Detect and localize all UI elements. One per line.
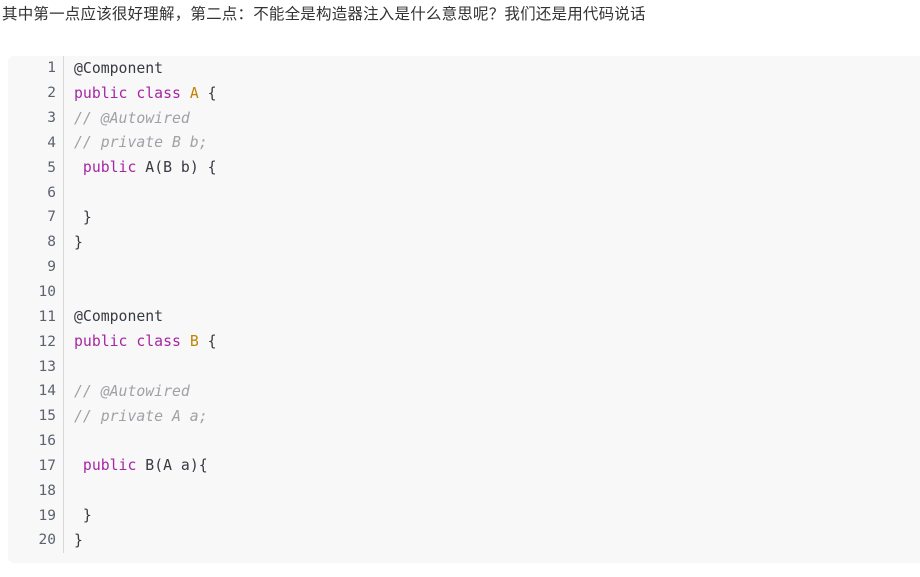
code-line-content[interactable]: @Component [64, 304, 920, 329]
code-line: 20} [8, 528, 920, 553]
code-line-content[interactable]: } [64, 528, 920, 553]
line-number: 9 [8, 254, 64, 280]
code-token-comment: // @Autowired [74, 109, 190, 127]
line-number: 3 [8, 105, 64, 131]
code-token-kw: public [82, 457, 137, 475]
code-line: 9 [8, 254, 920, 280]
line-number: 8 [8, 229, 64, 255]
code-token-plain: A(B b) { [136, 159, 217, 177]
code-lines-table: 1 @Component 2 public class A {3// @Autowir… [8, 56, 920, 553]
line-number: 7 [8, 205, 64, 230]
code-token-comment: // @Autowired [74, 382, 190, 400]
code-line-content[interactable] [64, 280, 920, 305]
code-line: 5 public A(B b) { [8, 155, 920, 181]
code-token-comment: // private A a; [74, 407, 208, 425]
code-line-content[interactable]: public A(B b) { [64, 155, 920, 180]
code-line: 11 @Component [8, 304, 920, 330]
line-number: 15 [8, 403, 64, 429]
code-line-content[interactable]: // private B b; [64, 131, 920, 156]
line-number: 4 [8, 130, 64, 156]
code-token-plain: } [74, 233, 83, 251]
code-line-content[interactable] [64, 478, 920, 503]
code-token-comment: // private B b; [74, 134, 208, 152]
line-number: 2 [8, 80, 64, 106]
code-line-content[interactable]: public class A { [64, 81, 920, 106]
code-line: 12 public class B { [8, 329, 920, 355]
code-token-kw: public [82, 159, 137, 177]
code-token-plain: } [74, 531, 83, 549]
code-line-content[interactable] [64, 354, 920, 379]
code-token-type: B [189, 333, 199, 351]
code-token-kw: public class [74, 333, 190, 351]
line-number: 12 [8, 329, 64, 355]
code-line: 15 // private A a; [8, 403, 920, 429]
code-block: 1 @Component 2 public class A {3// @Autowir… [8, 56, 920, 563]
code-lines-body: 1 @Component 2 public class A {3// @Autowir… [8, 56, 920, 553]
code-line: 16 [8, 428, 920, 454]
code-line-content[interactable]: @Component [64, 56, 920, 81]
code-line: 18 [8, 478, 920, 504]
code-line-content[interactable]: // private A a; [64, 404, 920, 429]
code-line-content[interactable] [64, 180, 920, 205]
code-line-content[interactable]: } [64, 205, 920, 230]
code-line: 19 } [8, 503, 920, 529]
line-number: 19 [8, 503, 64, 529]
line-number: 16 [8, 428, 64, 454]
line-number: 11 [8, 304, 64, 330]
line-number: 5 [8, 155, 64, 181]
line-number: 14 [8, 378, 64, 404]
code-line: 13 [8, 354, 920, 379]
code-line: 17 public B(A a){ [8, 453, 920, 479]
intro-paragraph: 其中第一点应该很好理解，第二点：不能全是构造器注入是什么意思呢？我们还是用代码说… [2, 6, 646, 23]
code-token-plain: } [74, 208, 92, 226]
code-line-content[interactable]: } [64, 503, 920, 528]
line-number: 20 [8, 528, 64, 553]
code-line-content[interactable] [64, 429, 920, 454]
line-number: 6 [8, 180, 64, 206]
line-number: 1 [8, 56, 64, 81]
code-line: 2 public class A { [8, 80, 920, 106]
code-token-plain: @Component [74, 59, 164, 77]
line-number: 13 [8, 354, 64, 379]
code-line: 7 } [8, 205, 920, 230]
code-token-type: A [189, 84, 199, 102]
code-line-content[interactable]: public B(A a){ [64, 454, 920, 479]
code-line-content[interactable]: // @Autowired [64, 379, 920, 404]
line-number: 18 [8, 478, 64, 504]
code-token-plain: B(A a){ [136, 457, 208, 475]
code-line: 10 [8, 279, 920, 305]
code-token-kw: public class [74, 84, 190, 102]
code-line: 4 // private B b; [8, 130, 920, 156]
code-line-content[interactable]: // @Autowired [64, 106, 920, 131]
line-number: 17 [8, 453, 64, 479]
code-line: 14 // @Autowired [8, 378, 920, 404]
code-line: 6 [8, 180, 920, 206]
code-token-plain: { [198, 333, 217, 351]
code-line: 8} [8, 229, 920, 255]
code-line-content[interactable] [64, 255, 920, 280]
line-number: 10 [8, 279, 64, 305]
code-token-plain: } [74, 507, 92, 525]
code-line: 3 // @Autowired [8, 105, 920, 131]
code-line-content[interactable]: } [64, 230, 920, 255]
code-token-plain: @Component [74, 308, 164, 326]
code-token-plain: { [198, 84, 217, 102]
code-line: 1 @Component [8, 56, 920, 81]
code-line-content[interactable]: public class B { [64, 329, 920, 354]
